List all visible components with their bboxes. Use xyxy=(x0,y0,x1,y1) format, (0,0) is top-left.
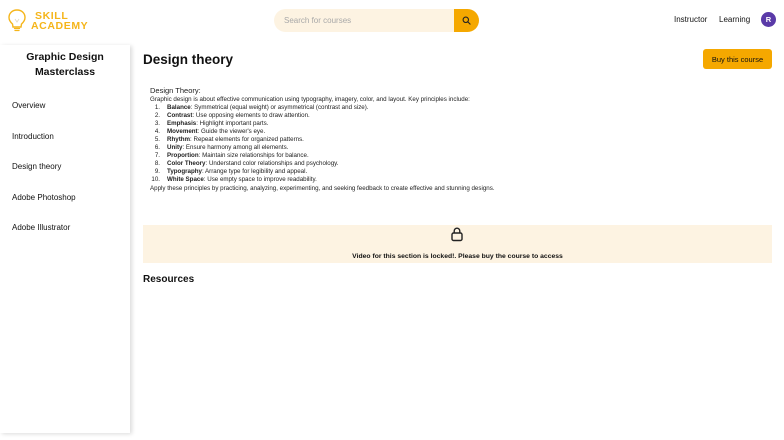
list-number: 7. xyxy=(154,152,160,160)
list-item: 1. Balance: Symmetrical (equal weight) or… xyxy=(150,104,750,112)
course-sidebar: Graphic Design Masterclass Overview Intr… xyxy=(0,45,130,433)
principle-term: Unity xyxy=(167,144,183,152)
principle-desc: : Understand color relationships and psy… xyxy=(205,160,339,168)
principle-term: Proportion xyxy=(167,152,199,160)
sidebar-item-design-theory[interactable]: Design theory xyxy=(12,162,61,171)
brand-line2: ACADEMY xyxy=(31,20,89,32)
top-header: SKILL ACADEMY Instructor Learning R xyxy=(0,0,784,42)
list-item: 3. Emphasis: Highlight important parts. xyxy=(150,120,750,128)
list-item: 7. Proportion: Maintain size relationship… xyxy=(150,152,750,160)
principles-list: 1. Balance: Symmetrical (equal weight) or… xyxy=(150,104,750,184)
content-outro: Apply these principles by practicing, an… xyxy=(150,184,495,192)
principle-term: White Space xyxy=(167,176,204,184)
list-item: 5. Rhythm: Repeat elements for organized … xyxy=(150,136,750,144)
search-input[interactable] xyxy=(274,16,452,25)
sidebar-item-adobe-illustrator[interactable]: Adobe Illustrator xyxy=(12,223,70,232)
principle-term: Typography xyxy=(167,168,202,176)
list-item: 6. Unity: Ensure harmony among all elemen… xyxy=(150,144,750,152)
principle-term: Emphasis xyxy=(167,120,197,128)
search-button[interactable] xyxy=(454,9,479,32)
sidebar-item-adobe-photoshop[interactable]: Adobe Photoshop xyxy=(12,193,76,202)
sidebar-item-overview[interactable]: Overview xyxy=(12,101,45,110)
lesson-content: Design Theory: Graphic design is about e… xyxy=(150,86,750,193)
principle-term: Color Theory xyxy=(167,160,206,168)
search-icon xyxy=(462,16,471,25)
list-number: 3. xyxy=(154,120,160,128)
principle-desc: : Symmetrical (equal weight) or asymmetr… xyxy=(190,104,369,112)
buy-course-button[interactable]: Buy this course xyxy=(703,49,772,69)
search-bar xyxy=(274,9,479,32)
list-number: 5. xyxy=(154,136,160,144)
list-item: 2. Contrast: Use opposing elements to dra… xyxy=(150,112,750,120)
principle-desc: : Repeat elements for organized patterns… xyxy=(190,136,304,144)
brand-logo[interactable]: SKILL ACADEMY xyxy=(7,8,88,34)
course-title: Graphic Design Masterclass xyxy=(0,50,130,80)
course-title-line2: Masterclass xyxy=(34,66,96,78)
nav-instructor-link[interactable]: Instructor xyxy=(674,15,707,24)
principle-desc: : Arrange type for legibility and appeal… xyxy=(201,168,308,176)
list-number: 6. xyxy=(154,144,160,152)
principle-term: Balance xyxy=(167,104,191,112)
list-number: 4. xyxy=(154,128,160,136)
principle-desc: : Ensure harmony among all elements. xyxy=(182,144,289,152)
list-number: 10. xyxy=(151,176,160,184)
list-item: 4. Movement: Guide the viewer's eye. xyxy=(150,128,750,136)
lock-icon xyxy=(451,227,463,242)
course-title-line1: Graphic Design xyxy=(26,51,104,63)
list-item: 9. Typography: Arrange type for legibilit… xyxy=(150,168,750,176)
principle-term: Movement xyxy=(167,128,198,136)
principle-desc: : Use opposing elements to draw attentio… xyxy=(192,112,310,120)
avatar[interactable]: R xyxy=(761,12,776,27)
list-number: 2. xyxy=(154,112,160,120)
page-title: Design theory xyxy=(143,52,234,67)
principle-desc: : Maintain size relationships for balanc… xyxy=(198,152,309,160)
list-number: 9. xyxy=(154,168,160,176)
principle-desc: : Highlight important parts. xyxy=(196,120,269,128)
resources-heading: Resources xyxy=(143,274,195,285)
sidebar-item-introduction[interactable]: Introduction xyxy=(12,132,54,141)
list-number: 1. xyxy=(154,104,160,112)
locked-message: Video for this section is locked!. Pleas… xyxy=(352,253,563,260)
list-item: 10. White Space: Use empty space to impro… xyxy=(150,176,750,184)
principle-desc: : Use empty space to improve readability… xyxy=(203,176,317,184)
list-number: 8. xyxy=(154,160,160,168)
brand-name: SKILL ACADEMY xyxy=(31,11,89,32)
principle-term: Contrast xyxy=(167,112,193,120)
nav-learning-link[interactable]: Learning xyxy=(719,15,750,24)
content-intro: Graphic design is about effective commun… xyxy=(150,96,470,103)
lightbulb-icon xyxy=(8,9,26,32)
content-heading: Design Theory: xyxy=(150,86,201,95)
list-item: 8. Color Theory: Understand color relatio… xyxy=(150,160,750,168)
principle-term: Rhythm xyxy=(167,136,191,144)
principle-desc: : Guide the viewer's eye. xyxy=(197,128,266,136)
